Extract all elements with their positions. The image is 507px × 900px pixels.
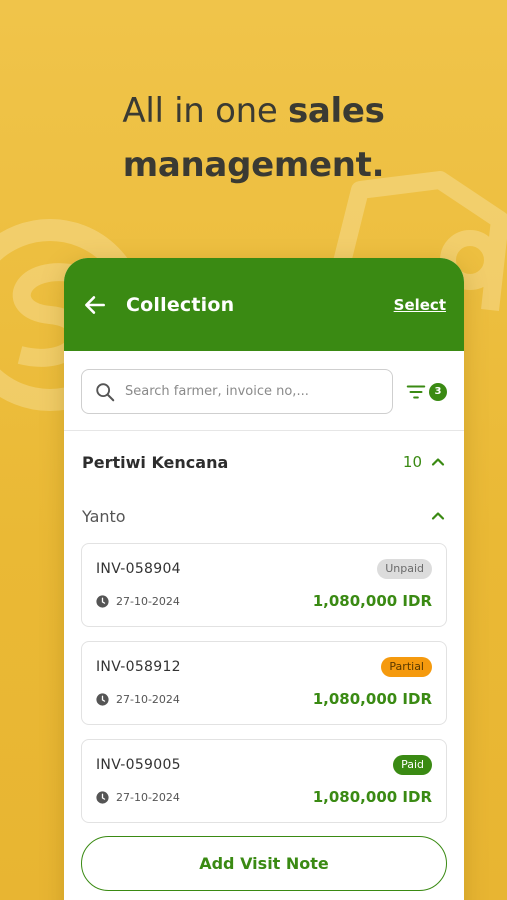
invoice-date: 27-10-2024 [116, 790, 180, 804]
search-box[interactable] [81, 369, 393, 414]
clock-icon [96, 594, 109, 608]
invoice-card[interactable]: INV-059005 Paid 27-10-2024 1,080,000 IDR [81, 739, 447, 823]
invoice-card[interactable]: INV-058912 Partial 27-10-2024 1,080,000 … [81, 641, 447, 725]
search-icon [96, 382, 115, 401]
back-arrow-icon[interactable] [82, 292, 108, 318]
invoice-card[interactable]: INV-058904 Unpaid 27-10-2024 1,080,000 I… [81, 543, 447, 627]
group-name: Pertiwi Kencana [82, 452, 229, 472]
filter-count-badge: 3 [429, 382, 447, 401]
invoice-number: INV-058912 [96, 659, 181, 675]
invoice-amount: 1,080,000 IDR [312, 592, 432, 610]
invoice-date: 27-10-2024 [116, 692, 180, 706]
headline-bold-2: management. [122, 145, 385, 185]
headline: All in one sales management. [0, 84, 507, 192]
select-button[interactable]: Select [394, 296, 446, 314]
chevron-up-icon[interactable] [430, 508, 446, 524]
chevron-up-icon[interactable] [430, 454, 446, 470]
group-header[interactable]: Pertiwi Kencana 10 [64, 431, 464, 493]
add-visit-note-button[interactable]: Add Visit Note [81, 836, 447, 891]
headline-light: All in one [122, 91, 288, 131]
status-badge: Partial [381, 657, 432, 677]
phone-mockup: Collection Select 3 Pertiwi Kencana 10 Y… [64, 258, 464, 900]
status-badge: Paid [393, 755, 432, 775]
invoice-amount: 1,080,000 IDR [312, 690, 432, 708]
app-bar: Collection Select [64, 258, 464, 351]
page-title: Collection [126, 293, 235, 316]
clock-icon [96, 790, 109, 804]
filter-icon [406, 384, 426, 399]
filter-button[interactable]: 3 [405, 381, 447, 403]
invoice-number: INV-058904 [96, 561, 181, 577]
group-count: 10 [402, 453, 422, 471]
search-input[interactable] [125, 384, 380, 399]
status-badge: Unpaid [377, 559, 432, 579]
subgroup-header[interactable]: Yanto [64, 493, 464, 539]
invoice-number: INV-059005 [96, 757, 181, 773]
subgroup-name: Yanto [82, 506, 126, 526]
clock-icon [96, 692, 109, 706]
invoice-date: 27-10-2024 [116, 594, 180, 608]
invoice-amount: 1,080,000 IDR [312, 788, 432, 806]
headline-bold-1: sales [287, 91, 385, 131]
search-row: 3 [64, 351, 464, 414]
